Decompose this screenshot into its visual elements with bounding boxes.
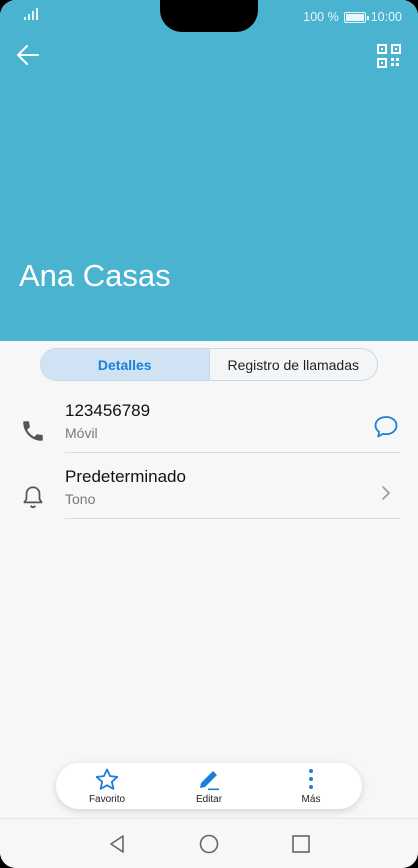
signal-icon [24,8,40,26]
star-icon [95,768,119,790]
pencil-icon [200,771,219,791]
status-right: 100 % 10:00 [303,8,402,26]
bottom-action-bar: Favorito Editar Más [56,763,362,809]
tab-call-log[interactable]: Registro de llamadas [210,349,378,380]
favorite-button[interactable]: Favorito [56,763,158,809]
edit-label: Editar [195,794,223,805]
details-tabs: Detalles Registro de llamadas [40,348,378,381]
phone-type: Móvil [65,425,98,441]
back-triangle-icon[interactable] [106,833,128,855]
phone-number-row[interactable]: 123456789 Móvil [0,399,418,465]
clock: 10:00 [370,10,402,24]
arrow-left-icon[interactable] [14,41,42,69]
chevron-right-icon [372,479,400,507]
phone-screen: 100 % 10:00 Ana Casas Detalles Registro … [0,0,418,868]
camera-notch [160,0,258,32]
system-nav-bar [0,818,418,868]
home-circle-icon[interactable] [198,833,220,855]
tab-details[interactable]: Detalles [41,349,210,380]
divider [65,518,400,519]
more-vertical-icon [309,769,313,789]
ringtone-label: Tono [65,491,96,507]
battery-percent: 100 % [303,10,339,24]
divider [65,452,400,453]
edit-button[interactable]: Editar [158,763,260,809]
battery-icon [343,11,369,23]
qr-code-icon[interactable] [377,44,401,68]
favorite-label: Favorito [88,794,126,805]
message-icon[interactable] [372,413,400,441]
phone-icon [20,418,46,444]
contact-name: Ana Casas [19,258,171,293]
ringtone-value: Predeterminado [65,467,186,486]
more-label: Más [301,794,321,805]
ringtone-row[interactable]: Predeterminado Tono [0,465,418,531]
bell-icon [20,484,46,510]
more-button[interactable]: Más [260,763,362,809]
contact-header: 100 % 10:00 Ana Casas [0,0,418,341]
recents-square-icon[interactable] [290,833,312,855]
phone-number: 123456789 [65,401,151,420]
